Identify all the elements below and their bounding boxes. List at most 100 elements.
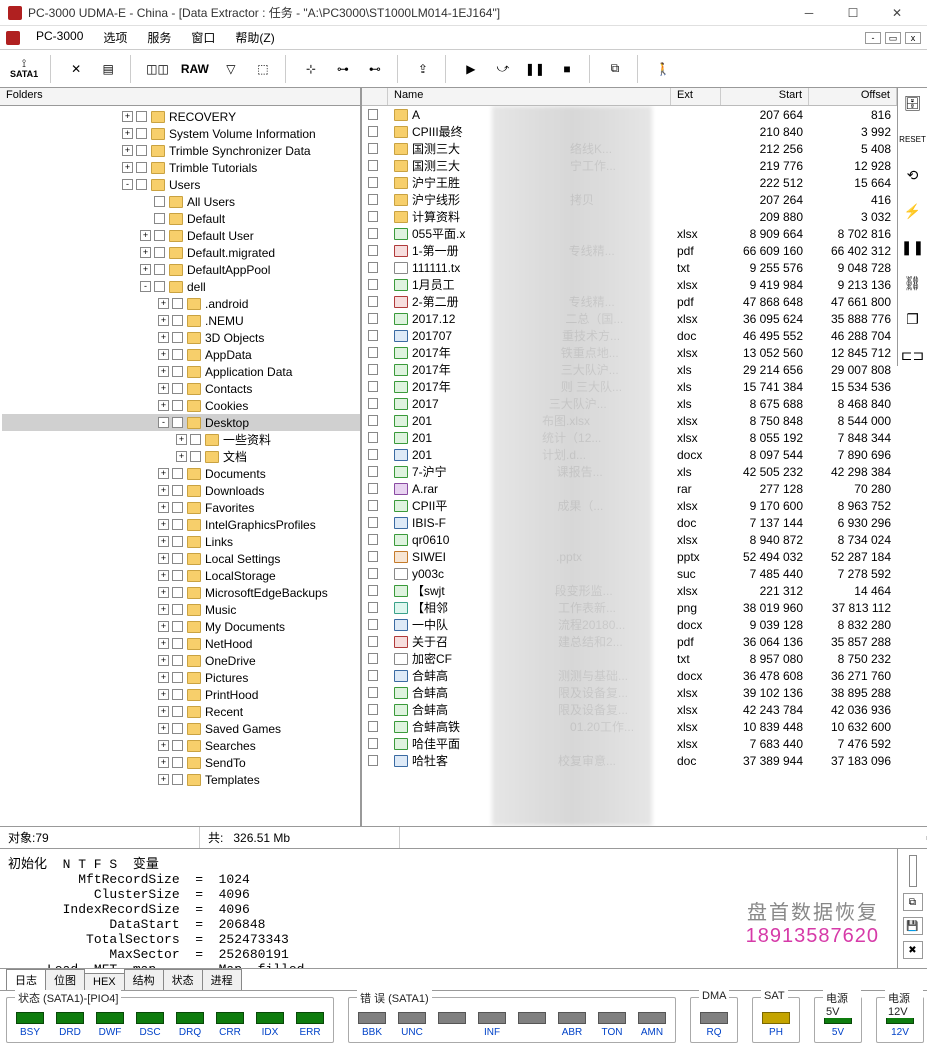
graph1-icon[interactable]: ⊹ <box>297 55 325 83</box>
maximize-button[interactable]: ☐ <box>831 1 875 25</box>
tab[interactable]: 位图 <box>45 969 85 990</box>
tree-row[interactable]: +Cookies <box>2 397 360 414</box>
tree-row[interactable]: +MicrosoftEdgeBackups <box>2 584 360 601</box>
checkbox[interactable] <box>154 281 165 292</box>
reset-icon[interactable]: RESET <box>902 128 924 150</box>
checkbox[interactable] <box>368 619 378 630</box>
file-list[interactable]: A207 664816CPIII最终210 8403 992国测三大络线K...… <box>362 106 897 826</box>
expander-icon[interactable]: + <box>158 655 169 666</box>
menu-item[interactable]: 窗口 <box>187 27 219 48</box>
checkbox[interactable] <box>172 519 183 530</box>
tree-row[interactable]: +Documents <box>2 465 360 482</box>
checkbox[interactable] <box>368 483 378 494</box>
tree-row[interactable]: +.android <box>2 295 360 312</box>
log-text[interactable]: 初始化 N T F S 变量 MftRecordSize = 1024 Clus… <box>0 849 897 968</box>
checkbox[interactable] <box>368 330 378 341</box>
checkbox[interactable] <box>172 689 183 700</box>
tree-row[interactable]: +文档 <box>2 448 360 465</box>
checkbox[interactable] <box>368 381 378 392</box>
checkbox[interactable] <box>368 109 378 120</box>
expander-icon[interactable]: - <box>140 281 151 292</box>
file-row[interactable]: 【swjt段变形监...xlsx221 31214 464 <box>362 582 897 599</box>
checkbox[interactable] <box>368 517 378 528</box>
checkbox[interactable] <box>172 587 183 598</box>
checkbox[interactable] <box>368 194 378 205</box>
expander-icon[interactable]: + <box>158 757 169 768</box>
checkbox[interactable] <box>136 111 147 122</box>
expander-icon[interactable] <box>140 213 151 224</box>
tree-row[interactable]: +Local Settings <box>2 550 360 567</box>
expander-icon[interactable]: + <box>158 400 169 411</box>
expander-icon[interactable]: + <box>140 230 151 241</box>
col-name[interactable]: Name <box>388 88 671 105</box>
checkbox[interactable] <box>368 670 378 681</box>
file-row[interactable]: A.rarrar277 12870 280 <box>362 480 897 497</box>
log-clear-icon[interactable]: ✖ <box>903 941 923 959</box>
tree-row[interactable]: +Application Data <box>2 363 360 380</box>
checkbox[interactable] <box>368 143 378 154</box>
checkbox[interactable] <box>368 551 378 562</box>
file-row[interactable]: 国测三大络线K...212 2565 408 <box>362 140 897 157</box>
file-row[interactable]: 合蚌高铁01.20工作...xlsx10 839 44810 632 600 <box>362 718 897 735</box>
menu-item[interactable]: PC-3000 <box>32 27 87 48</box>
expander-icon[interactable]: + <box>158 298 169 309</box>
tree-row[interactable]: +Saved Games <box>2 720 360 737</box>
expander-icon[interactable]: + <box>140 247 151 258</box>
tree-row[interactable]: +System Volume Information <box>2 125 360 142</box>
tree-row[interactable]: +Default.migrated <box>2 244 360 261</box>
checkbox[interactable] <box>368 721 378 732</box>
col-offset[interactable]: Offset <box>809 88 897 105</box>
tree-row[interactable]: +Contacts <box>2 380 360 397</box>
checkbox[interactable] <box>172 315 183 326</box>
file-row[interactable]: 1月员工xlsx9 419 9849 213 136 <box>362 276 897 293</box>
expander-icon[interactable]: + <box>158 349 169 360</box>
tree-row[interactable]: +Links <box>2 533 360 550</box>
expander-icon[interactable]: + <box>158 587 169 598</box>
graph3-icon[interactable]: ⊷ <box>361 55 389 83</box>
col-ext[interactable]: Ext <box>671 88 721 105</box>
expander-icon[interactable]: + <box>158 502 169 513</box>
file-row[interactable]: CPIII最终210 8403 992 <box>362 123 897 140</box>
checkbox[interactable] <box>172 468 183 479</box>
tree-row[interactable]: +Pictures <box>2 669 360 686</box>
file-row[interactable]: 201统计（12...xlsx8 055 1927 848 344 <box>362 429 897 446</box>
expander-icon[interactable]: + <box>158 672 169 683</box>
expander-icon[interactable]: + <box>158 536 169 547</box>
file-row[interactable]: qr0610xlsx8 940 8728 734 024 <box>362 531 897 548</box>
checkbox[interactable] <box>154 230 165 241</box>
file-row[interactable]: 关于召建总结和2...pdf36 064 13635 857 288 <box>362 633 897 650</box>
copy-icon[interactable]: ⧉ <box>601 55 629 83</box>
tree-row[interactable]: Default <box>2 210 360 227</box>
file-row[interactable]: 合蚌高测测与基础...docx36 478 60836 271 760 <box>362 667 897 684</box>
checkbox[interactable] <box>368 262 378 273</box>
checkbox[interactable] <box>154 213 165 224</box>
file-row[interactable]: A207 664816 <box>362 106 897 123</box>
expander-icon[interactable]: + <box>158 383 169 394</box>
menu-item[interactable]: 服务 <box>143 27 175 48</box>
file-row[interactable]: 一中队流程20180...docx9 039 1288 832 280 <box>362 616 897 633</box>
expander-icon[interactable]: + <box>158 740 169 751</box>
tree-row[interactable]: +Recent <box>2 703 360 720</box>
tab[interactable]: 日志 <box>6 969 46 990</box>
tree-row[interactable]: +.NEMU <box>2 312 360 329</box>
expander-icon[interactable]: + <box>122 145 133 156</box>
checkbox[interactable] <box>154 264 165 275</box>
tree-row[interactable]: +IntelGraphicsProfiles <box>2 516 360 533</box>
file-row[interactable]: 201707重技术方...doc46 495 55246 288 704 <box>362 327 897 344</box>
checkbox[interactable] <box>368 313 378 324</box>
tools-icon[interactable]: ✕ <box>62 55 90 83</box>
tree-row[interactable]: +LocalStorage <box>2 567 360 584</box>
checkbox[interactable] <box>172 723 183 734</box>
expander-icon[interactable]: + <box>122 162 133 173</box>
checkbox[interactable] <box>172 774 183 785</box>
minimize-button[interactable]: ─ <box>787 1 831 25</box>
checkbox[interactable] <box>172 383 183 394</box>
expander-icon[interactable]: + <box>122 111 133 122</box>
checkbox[interactable] <box>368 500 378 511</box>
tree-row[interactable]: +Favorites <box>2 499 360 516</box>
file-row[interactable]: 国测三大宁工作...219 77612 928 <box>362 157 897 174</box>
file-row[interactable]: 合蚌高限及设备复...xlsx42 243 78442 036 936 <box>362 701 897 718</box>
checkbox[interactable] <box>172 366 183 377</box>
tab[interactable]: 进程 <box>202 969 242 990</box>
file-row[interactable]: 2017三大队沪...xls8 675 6888 468 840 <box>362 395 897 412</box>
